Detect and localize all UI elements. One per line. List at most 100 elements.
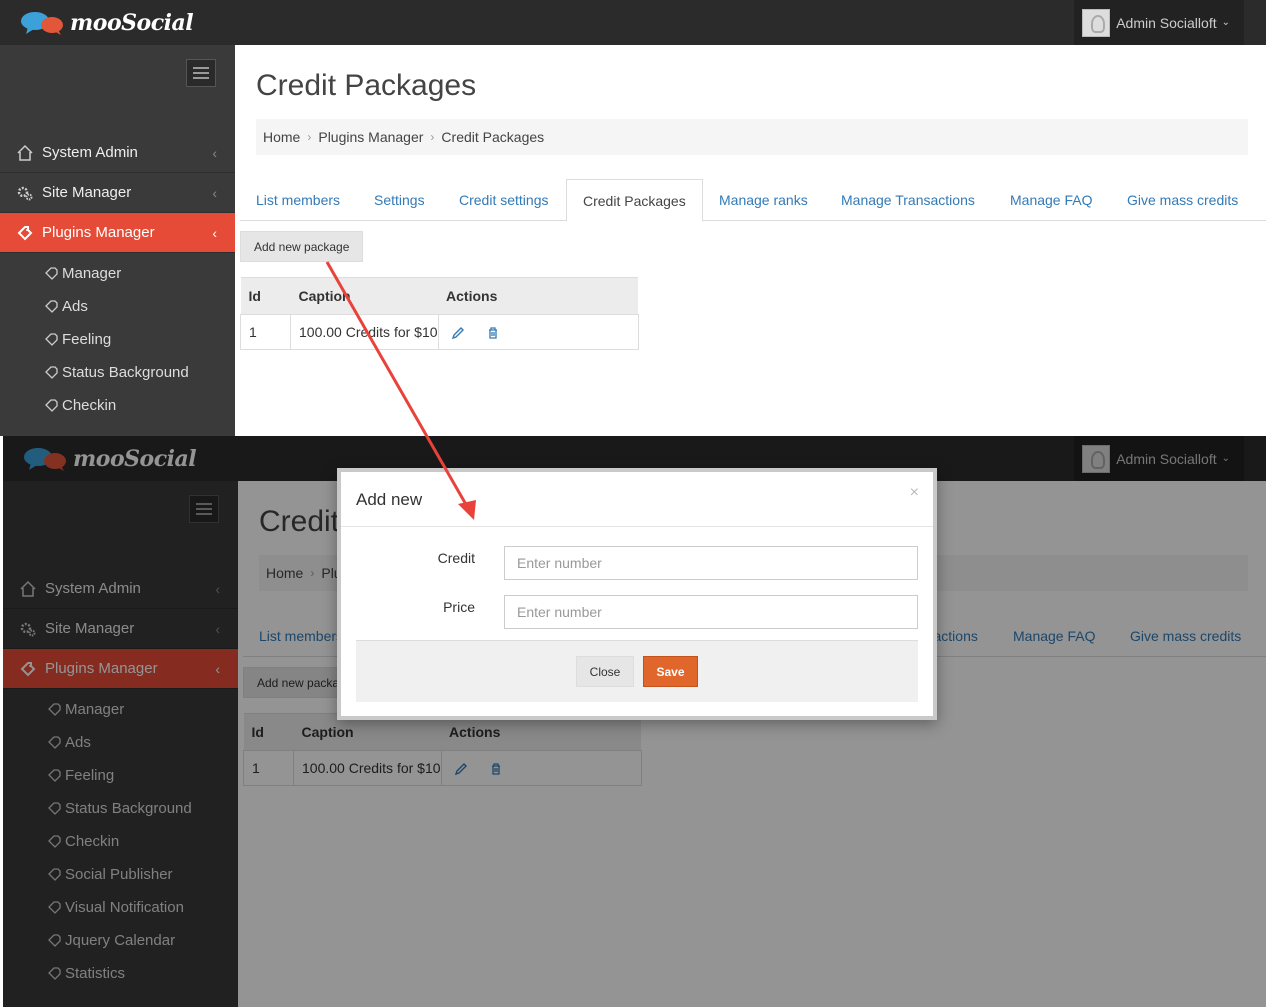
- pencil-edit-icon[interactable]: [451, 326, 465, 340]
- tag-icon: [45, 300, 58, 313]
- breadcrumb-home[interactable]: Home: [266, 565, 303, 581]
- sidebar-item-plugins-manager[interactable]: Plugins Manager ‹: [3, 649, 238, 689]
- tag-icon: [48, 934, 61, 947]
- chevron-right-icon: ›: [307, 130, 312, 144]
- breadcrumb-current: Credit Packages: [441, 129, 545, 145]
- tag-icon: [48, 901, 61, 914]
- sidebar-subitem-status-background[interactable]: Status Background: [3, 792, 238, 825]
- sidebar-item-system-admin[interactable]: System Admin ‹: [3, 569, 238, 609]
- app-logo[interactable]: mooSocial: [20, 8, 194, 38]
- user-menu[interactable]: Admin Socialloft ⌄: [1074, 0, 1244, 45]
- tab-give-mass-credits[interactable]: Give mass credits: [1127, 179, 1238, 221]
- cell-actions: [437, 314, 639, 350]
- price-label: Price: [443, 599, 475, 615]
- sidebar-subitem-feeling[interactable]: Feeling: [3, 759, 238, 792]
- tab-settings[interactable]: Settings: [374, 179, 425, 221]
- hamburger-menu-button[interactable]: [186, 59, 216, 87]
- tag-icon: [45, 267, 58, 280]
- tag-icon: [45, 366, 58, 379]
- sidebar-subitem-checkin[interactable]: Checkin: [0, 389, 235, 422]
- tab-list-members[interactable]: List members: [259, 615, 343, 657]
- app-logo[interactable]: mooSocial: [23, 444, 197, 474]
- sidebar-subitem-statistics[interactable]: Statistics: [3, 957, 238, 990]
- tab-bar: List members Settings Credit settings Cr…: [240, 179, 1266, 222]
- sidebar-subitem-label: Manager: [62, 265, 122, 282]
- tag-icon: [48, 967, 61, 980]
- chevron-down-icon: ⌄: [1221, 17, 1230, 28]
- close-icon[interactable]: ×: [910, 484, 919, 502]
- close-button[interactable]: Close: [576, 656, 634, 687]
- cell-actions: [440, 750, 642, 786]
- cell-id: 1: [240, 314, 291, 350]
- sidebar-item-plugins-manager[interactable]: Plugins Manager ‹: [0, 213, 235, 253]
- trash-icon[interactable]: [489, 762, 503, 776]
- sidebar: System Admin ‹ Site Manager ‹ Plugins Ma…: [3, 481, 238, 1007]
- add-new-dialog: Add new × Credit Price Close Save: [337, 468, 937, 720]
- trash-icon[interactable]: [486, 326, 500, 340]
- top-navbar: mooSocial Admin Socialloft ⌄: [0, 0, 1266, 45]
- credit-input[interactable]: [504, 546, 918, 580]
- sidebar-item-site-manager[interactable]: Site Manager ‹: [0, 173, 235, 213]
- cell-caption: 100.00 Credits for $10: [290, 314, 439, 350]
- page-title: Credit Packages: [256, 69, 477, 102]
- sidebar-subitem-social-publisher[interactable]: Social Publisher: [3, 858, 238, 891]
- price-input[interactable]: [504, 595, 918, 629]
- sidebar-subitem-label: Checkin: [62, 397, 117, 414]
- user-menu[interactable]: Admin Socialloft ⌄: [1074, 436, 1244, 481]
- cell-id: 1: [243, 750, 294, 786]
- tab-manage-faq[interactable]: Manage FAQ: [1010, 179, 1093, 221]
- sidebar-subitem-visual-notification[interactable]: Visual Notification: [3, 891, 238, 924]
- cell-caption: 100.00 Credits for $10: [293, 750, 442, 786]
- sidebar-subitem-manager[interactable]: Manager: [3, 693, 238, 726]
- sidebar-item-label: Site Manager: [42, 184, 132, 201]
- sidebar-subitem-jquery-calendar[interactable]: Jquery Calendar: [3, 924, 238, 957]
- sidebar-subitem-label: Status Background: [62, 364, 189, 381]
- screenshot-before: mooSocial Admin Socialloft ⌄ System Admi…: [0, 0, 1266, 436]
- sidebar-item-system-admin[interactable]: System Admin ‹: [0, 133, 235, 173]
- user-name: Admin Socialloft: [1116, 14, 1217, 31]
- table-row: 1 100.00 Credits for $10: [240, 314, 639, 350]
- tab-manage-ranks[interactable]: Manage ranks: [719, 179, 808, 221]
- breadcrumb-home[interactable]: Home: [263, 129, 300, 145]
- chevron-left-icon: ‹: [215, 580, 220, 597]
- pencil-edit-icon[interactable]: [454, 762, 468, 776]
- hamburger-menu-button[interactable]: [189, 495, 219, 523]
- tab-manage-transactions[interactable]: Manage Transactions: [841, 179, 975, 221]
- chevron-right-icon: ›: [430, 130, 435, 144]
- sidebar-subitem-ads[interactable]: Ads: [0, 290, 235, 323]
- sidebar-subitem-label: Ads: [62, 298, 88, 315]
- tag-icon: [48, 769, 61, 782]
- form-row-credit: Credit: [341, 546, 933, 582]
- tag-icon: [45, 399, 58, 412]
- plugins-submenu: Manager Ads Feeling Status Background Ch…: [0, 253, 235, 422]
- sidebar-subitem-label: Manager: [65, 701, 125, 718]
- logo-text: mooSocial: [70, 10, 194, 36]
- tag-icon: [48, 703, 61, 716]
- tag-icon: [48, 736, 61, 749]
- save-button[interactable]: Save: [643, 656, 698, 687]
- tab-manage-faq[interactable]: Manage FAQ: [1013, 615, 1096, 657]
- sidebar-subitem-label: Visual Notification: [65, 899, 184, 916]
- tab-credit-settings[interactable]: Credit settings: [459, 179, 548, 221]
- sidebar-subitem-ads[interactable]: Ads: [3, 726, 238, 759]
- sidebar-subitem-manager[interactable]: Manager: [0, 257, 235, 290]
- gears-icon: [20, 622, 36, 636]
- sidebar-item-site-manager[interactable]: Site Manager ‹: [3, 609, 238, 649]
- plugins-submenu: Manager Ads Feeling Status Background Ch…: [3, 689, 238, 990]
- main-content: Credit Packages Home › Plugins Manager › C…: [235, 45, 1266, 436]
- column-header-id: Id: [240, 277, 291, 315]
- tab-credit-packages[interactable]: Credit Packages: [566, 179, 703, 222]
- sidebar-subitem-feeling[interactable]: Feeling: [0, 323, 235, 356]
- dialog-footer: Close Save: [356, 640, 918, 702]
- sidebar-item-label: Plugins Manager: [45, 660, 158, 677]
- breadcrumb-plugins-manager[interactable]: Plugins Manager: [318, 129, 423, 145]
- sidebar-subitem-status-background[interactable]: Status Background: [0, 356, 235, 389]
- tab-give-mass-credits[interactable]: Give mass credits: [1130, 615, 1241, 657]
- add-new-package-button[interactable]: Add new package: [240, 231, 364, 262]
- credit-label: Credit: [437, 550, 475, 566]
- sidebar-subitem-checkin[interactable]: Checkin: [3, 825, 238, 858]
- sidebar-subitem-label: Statistics: [65, 965, 126, 982]
- tab-list-members[interactable]: List members: [256, 179, 340, 221]
- avatar: [1082, 8, 1111, 37]
- tag-icon: [45, 333, 58, 346]
